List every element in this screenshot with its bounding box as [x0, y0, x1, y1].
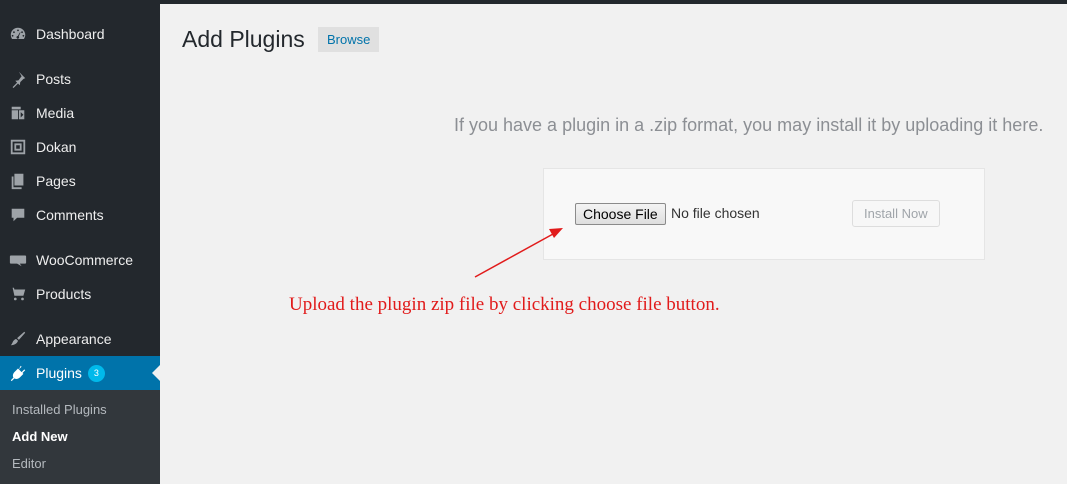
update-count-badge: 3 [87, 364, 105, 382]
sidebar-item-posts[interactable]: Posts [0, 62, 160, 96]
sidebar-item-label: Media [36, 105, 75, 121]
sidebar-item-label: Appearance [36, 331, 112, 347]
sidebar-item-label: Products [36, 286, 92, 302]
brush-icon [8, 329, 28, 349]
pin-icon [8, 69, 28, 89]
media-icon [8, 103, 28, 123]
sidebar-item-comments[interactable]: Comments [0, 198, 160, 232]
dokan-icon [8, 137, 28, 157]
plugins-submenu: Installed Plugins Add New Editor [0, 390, 160, 484]
sidebar-item-plugins[interactable]: Plugins 3 [0, 356, 160, 390]
sidebar-item-dokan[interactable]: Dokan [0, 130, 160, 164]
browse-button[interactable]: Browse [318, 27, 380, 52]
sidebar-item-appearance[interactable]: Appearance [0, 322, 160, 356]
file-status-text: No file chosen [671, 205, 760, 221]
choose-file-button[interactable]: Choose File [575, 203, 666, 225]
submenu-installed-plugins[interactable]: Installed Plugins [12, 402, 107, 417]
upload-form: Choose File No file chosen Install Now [543, 168, 985, 260]
pages-icon [8, 171, 28, 191]
submenu-editor[interactable]: Editor [12, 456, 46, 471]
woocommerce-icon [8, 250, 28, 270]
plug-icon [8, 363, 28, 383]
sidebar-item-label: Posts [36, 71, 72, 87]
submenu-add-new[interactable]: Add New [12, 429, 68, 444]
sidebar-item-label: Pages [36, 173, 76, 189]
dashboard-icon [8, 24, 28, 44]
sidebar-item-label: Dokan [36, 139, 77, 155]
sidebar-item-label: Dashboard [36, 26, 105, 42]
install-now-button[interactable]: Install Now [852, 200, 940, 227]
sidebar-item-pages[interactable]: Pages [0, 164, 160, 198]
sidebar-item-media[interactable]: Media [0, 96, 160, 130]
sidebar-item-label: Comments [36, 207, 104, 223]
sidebar-item-dashboard[interactable]: Dashboard [0, 17, 160, 51]
admin-sidebar: Dashboard Posts Media Dokan Pages Commen… [0, 0, 160, 484]
sidebar-item-products[interactable]: Products [0, 277, 160, 311]
sidebar-item-woocommerce[interactable]: WooCommerce [0, 243, 160, 277]
page-title: Add Plugins [182, 26, 305, 52]
sidebar-item-label: Plugins [36, 365, 82, 381]
sidebar-item-label: WooCommerce [36, 252, 133, 268]
upload-help-text: If you have a plugin in a .zip format, y… [454, 115, 1044, 135]
annotation-text: Upload the plugin zip file by clicking c… [289, 294, 720, 315]
comment-icon [8, 205, 28, 225]
admin-bar [0, 0, 1067, 4]
cart-icon [8, 284, 28, 304]
